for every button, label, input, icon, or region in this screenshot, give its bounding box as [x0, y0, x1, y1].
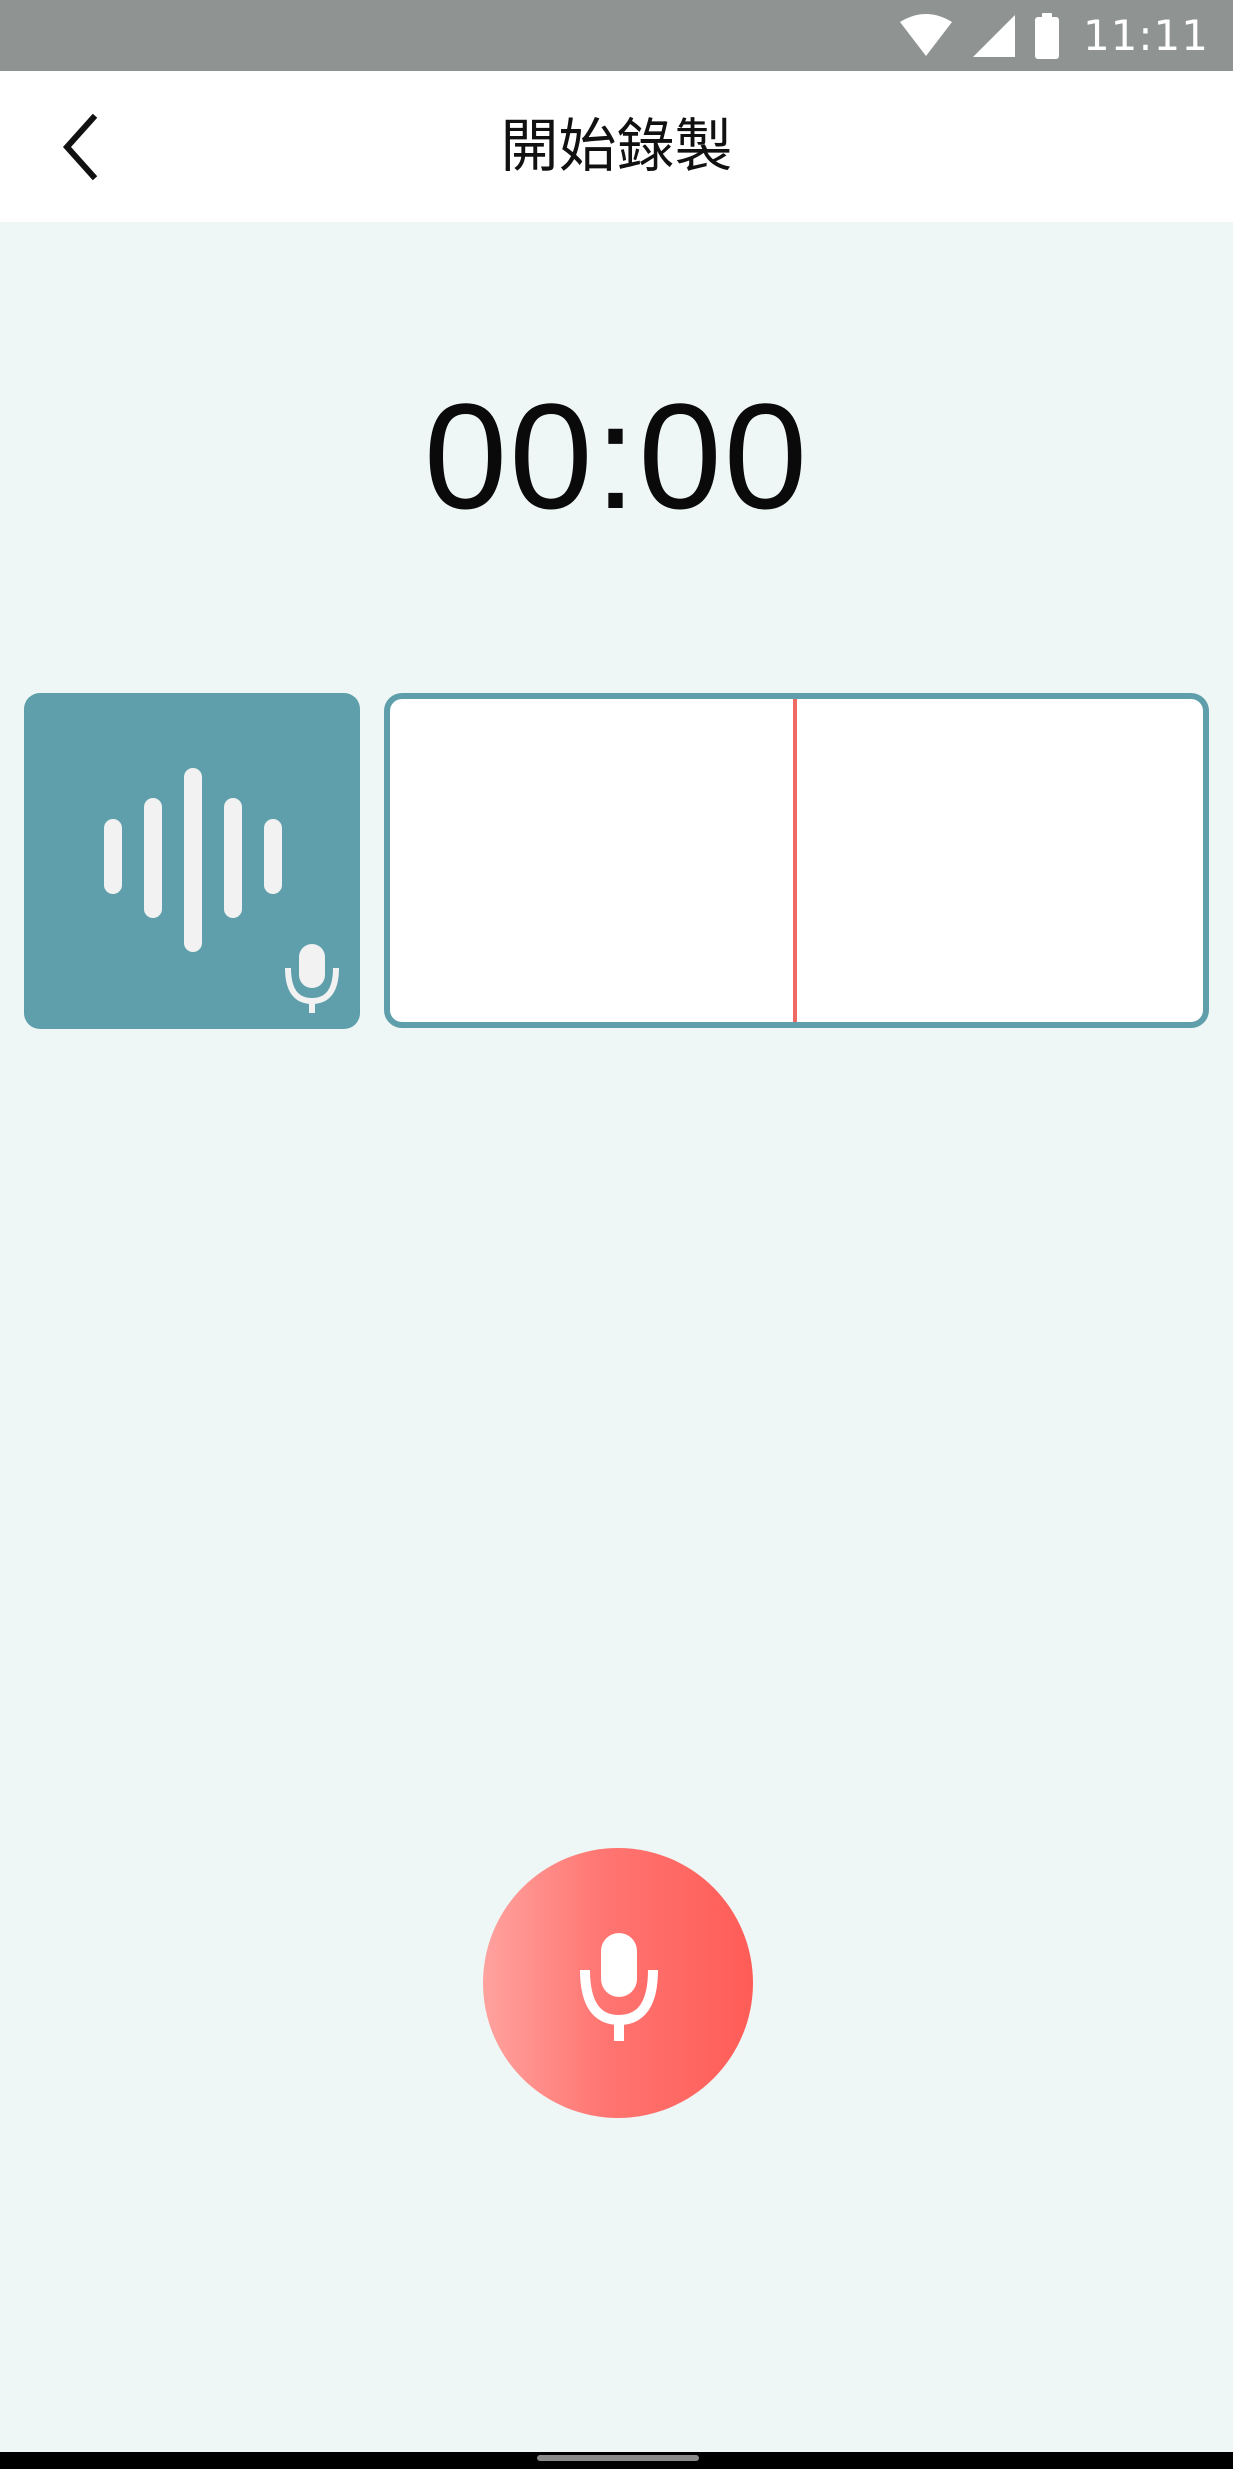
status-time: 11:11 [1082, 11, 1209, 60]
recording-screen: 11:11 開始錄製 00:00 [0, 0, 1233, 2469]
home-indicator[interactable] [537, 2455, 699, 2461]
wifi-icon [899, 13, 952, 56]
playhead[interactable] [793, 699, 797, 1022]
status-icons: 11:11 [899, 0, 1209, 71]
battery-icon [1034, 12, 1059, 59]
record-button[interactable] [483, 1848, 753, 2118]
app-bar: 開始錄製 [0, 71, 1233, 222]
microphone-icon [285, 944, 339, 1013]
microphone-icon [580, 1933, 658, 2041]
audio-source-tile[interactable] [24, 693, 360, 1029]
signal-icon [972, 14, 1015, 57]
navigation-bar [0, 2452, 1233, 2469]
page-title: 開始錄製 [500, 112, 733, 180]
recording-timer: 00:00 [423, 372, 810, 540]
recording-track[interactable] [384, 693, 1209, 1028]
status-bar: 11:11 [0, 0, 1233, 71]
